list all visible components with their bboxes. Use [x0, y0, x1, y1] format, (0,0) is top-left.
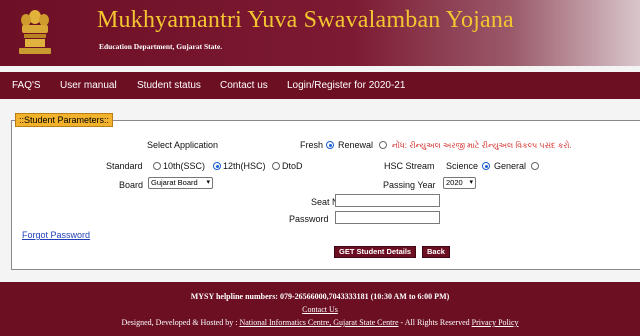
renewal-radio[interactable]	[379, 140, 387, 150]
panel-legend: ::Student Parameters::	[15, 113, 114, 127]
passing-year-label: Passing Year	[383, 180, 436, 190]
board-select-value: Gujarat Board	[151, 178, 198, 187]
stream-general-radio[interactable]	[531, 161, 539, 171]
standard-10th-radio[interactable]	[153, 161, 161, 171]
site-footer: MYSY helpline numbers: 079-26566000,7043…	[0, 282, 640, 336]
fresh-radio[interactable]	[326, 140, 334, 150]
main-nav: FAQ'S User manual Student status Contact…	[0, 72, 640, 99]
standard-12th-radio[interactable]	[213, 161, 221, 171]
helpline-text: MYSY helpline numbers: 079-26566000,7043…	[190, 292, 450, 301]
standard-label: Standard	[106, 161, 143, 171]
stream-science-label: Science	[446, 161, 479, 171]
footer-credits: Designed, Developed & Hosted by : Nation…	[0, 318, 640, 327]
privacy-policy-link[interactable]: Privacy Policy	[472, 318, 519, 327]
fresh-label: Fresh	[300, 140, 324, 150]
chevron-down-icon: ▾	[469, 179, 473, 186]
standard-dtod-label: DtoD	[282, 161, 303, 171]
standard-10th-label: 10th(SSC)	[163, 161, 206, 171]
chevron-down-icon: ▾	[206, 179, 210, 186]
standard-dtod-radio[interactable]	[272, 161, 280, 171]
site-header: Mukhyamantri Yuva Swavalamban Yojana Edu…	[0, 0, 640, 66]
board-label: Board	[119, 180, 144, 190]
forgot-password-link[interactable]: Forgot Password	[22, 230, 90, 241]
seat-no-input[interactable]	[335, 194, 440, 207]
site-title: Mukhyamantri Yuva Swavalamban Yojana	[97, 7, 514, 33]
passing-year-select-value: 2020	[446, 178, 463, 187]
select-application-label: Select Application	[147, 140, 219, 150]
footer-contact-us-link[interactable]: Contact Us	[302, 305, 338, 314]
site-subtitle: Education Department, Gujarat State.	[99, 42, 223, 51]
password-label: Password	[289, 214, 329, 224]
passing-year-select[interactable]: 2020 ▾	[443, 177, 476, 189]
credits-prefix: Designed, Developed & Hosted by :	[121, 318, 240, 327]
nic-link[interactable]: National Informatics Centre, Gujarat Sta…	[239, 318, 398, 327]
renewal-notice: નોંધ: રીન્યુઅલ અરજી માટે રીન્યુઅલ વિકલ્પ…	[392, 141, 572, 150]
state-emblem-icon	[19, 10, 51, 54]
renewal-label: Renewal	[338, 140, 374, 150]
get-student-details-button[interactable]: GET Student Details	[334, 246, 417, 258]
nav-user-manual[interactable]: User manual	[60, 80, 117, 91]
stream-science-radio[interactable]	[482, 161, 490, 171]
back-button[interactable]: Back	[422, 246, 450, 258]
board-select[interactable]: Gujarat Board ▾	[148, 177, 213, 189]
stream-general-label: General	[494, 161, 527, 171]
hsc-stream-label: HSC Stream	[384, 161, 435, 171]
nav-faqs[interactable]: FAQ'S	[12, 80, 41, 91]
nav-student-status[interactable]: Student status	[137, 80, 201, 91]
nav-login-register[interactable]: Login/Register for 2020-21	[287, 80, 405, 91]
rights-text: - All Rights Reserved	[398, 318, 472, 327]
password-input[interactable]	[335, 211, 440, 224]
nav-contact-us[interactable]: Contact us	[220, 80, 268, 91]
standard-12th-label: 12th(HSC)	[223, 161, 266, 171]
